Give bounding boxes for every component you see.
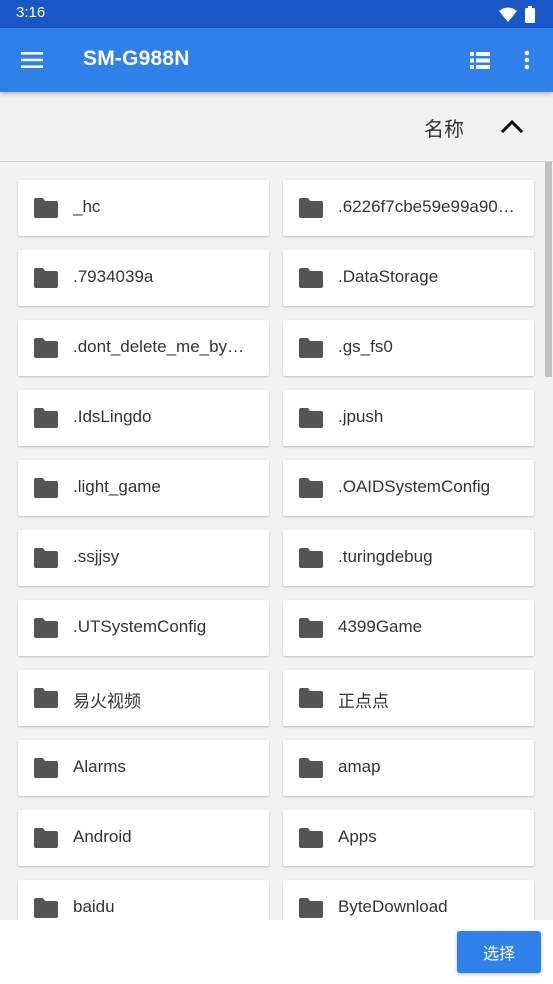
scrollbar-thumb[interactable] (545, 162, 552, 377)
folder-name: .IdsLingdo (73, 407, 152, 426)
folder-name: amap (338, 757, 381, 776)
status-time: 3:16 (16, 4, 46, 21)
app-title: SM-G988N (83, 47, 190, 70)
folder-icon (299, 338, 323, 358)
folder-name: .ssjjsy (73, 547, 120, 566)
battery-icon (525, 5, 535, 23)
folder-name: 易火视频 (73, 692, 141, 711)
folder-item[interactable]: _hc (18, 180, 269, 236)
folder-name: .6226f7cbe59e99a90… (338, 197, 515, 216)
folder-icon (34, 268, 58, 288)
folder-grid-area[interactable]: _hc .6226f7cbe59e99a90… .7934039a .DataStor… (0, 162, 553, 920)
folder-name: .OAIDSystemConfig (338, 477, 491, 496)
folder-icon (299, 828, 323, 848)
folder-item[interactable]: Android (18, 810, 269, 866)
folder-icon (34, 548, 58, 568)
folder-item[interactable]: .turingdebug (283, 530, 534, 586)
folder-item[interactable]: .DataStorage (283, 250, 534, 306)
folder-item[interactable]: Apps (283, 810, 534, 866)
folder-icon (299, 898, 323, 918)
folder-icon (299, 688, 323, 708)
folder-item[interactable]: .light_game (18, 460, 269, 516)
list-view-button[interactable] (462, 40, 498, 80)
folder-item[interactable]: .IdsLingdo (18, 390, 269, 446)
folder-name: Alarms (73, 757, 126, 776)
folder-name: .7934039a (73, 267, 154, 286)
folder-item[interactable]: 4399Game (283, 600, 534, 656)
folder-item[interactable]: ByteDownload (283, 880, 534, 920)
menu-icon (21, 52, 43, 68)
folder-icon (299, 268, 323, 288)
folder-icon (299, 198, 323, 218)
folder-name: .turingdebug (338, 547, 433, 566)
select-button[interactable]: 选择 (457, 931, 541, 973)
folder-item[interactable]: .6226f7cbe59e99a90… (283, 180, 534, 236)
folder-name: baidu (73, 897, 115, 916)
folder-name: ByteDownload (338, 897, 448, 916)
folder-item[interactable]: .ssjjsy (18, 530, 269, 586)
app-bar: SM-G988N (0, 28, 553, 92)
status-icons (499, 5, 535, 23)
status-bar: 3:16 (0, 0, 553, 28)
folder-item[interactable]: 易火视频 (18, 670, 269, 726)
folder-icon (34, 758, 58, 778)
folder-grid: _hc .6226f7cbe59e99a90… .7934039a .DataStor… (18, 180, 534, 920)
folder-icon (299, 408, 323, 428)
folder-icon (34, 828, 58, 848)
folder-item[interactable]: .jpush (283, 390, 534, 446)
folder-name: Android (73, 827, 132, 846)
folder-name: 正点点 (338, 692, 389, 711)
folder-name: .UTSystemConfig (73, 617, 207, 636)
bottom-bar: 选择 (0, 920, 553, 984)
folder-name: .dont_delete_me_by… (73, 337, 245, 356)
sort-by-name[interactable]: 名称 (424, 113, 464, 142)
folder-item[interactable]: .UTSystemConfig (18, 600, 269, 656)
folder-icon (299, 478, 323, 498)
folder-icon (34, 198, 58, 218)
folder-item[interactable]: .gs_fs0 (283, 320, 534, 376)
folder-name: 4399Game (338, 617, 423, 636)
more-options-button[interactable] (512, 40, 542, 80)
folder-icon (34, 478, 58, 498)
folder-icon (34, 898, 58, 918)
folder-icon (34, 618, 58, 638)
list-view-icon (470, 51, 490, 69)
folder-icon (34, 338, 58, 358)
folder-name: .jpush (338, 407, 384, 426)
scrollbar[interactable] (544, 162, 553, 920)
folder-item[interactable]: amap (283, 740, 534, 796)
folder-name: .DataStorage (338, 267, 439, 286)
wifi-icon (499, 7, 517, 22)
folder-icon (34, 408, 58, 428)
folder-item[interactable]: .dont_delete_me_by… (18, 320, 269, 376)
folder-item[interactable]: .7934039a (18, 250, 269, 306)
folder-name: Apps (338, 827, 377, 846)
sort-order-toggle[interactable] (494, 108, 530, 144)
menu-button[interactable] (10, 40, 54, 80)
sort-bar: 名称 (0, 92, 553, 162)
folder-item[interactable]: Alarms (18, 740, 269, 796)
more-vert-icon (524, 50, 530, 70)
folder-icon (299, 618, 323, 638)
folder-name: _hc (73, 197, 101, 216)
chevron-up-icon (501, 119, 523, 133)
folder-icon (34, 688, 58, 708)
folder-item[interactable]: baidu (18, 880, 269, 920)
folder-item[interactable]: 正点点 (283, 670, 534, 726)
folder-name: .gs_fs0 (338, 337, 393, 356)
folder-name: .light_game (73, 477, 161, 496)
folder-item[interactable]: .OAIDSystemConfig (283, 460, 534, 516)
folder-icon (299, 758, 323, 778)
folder-icon (299, 548, 323, 568)
